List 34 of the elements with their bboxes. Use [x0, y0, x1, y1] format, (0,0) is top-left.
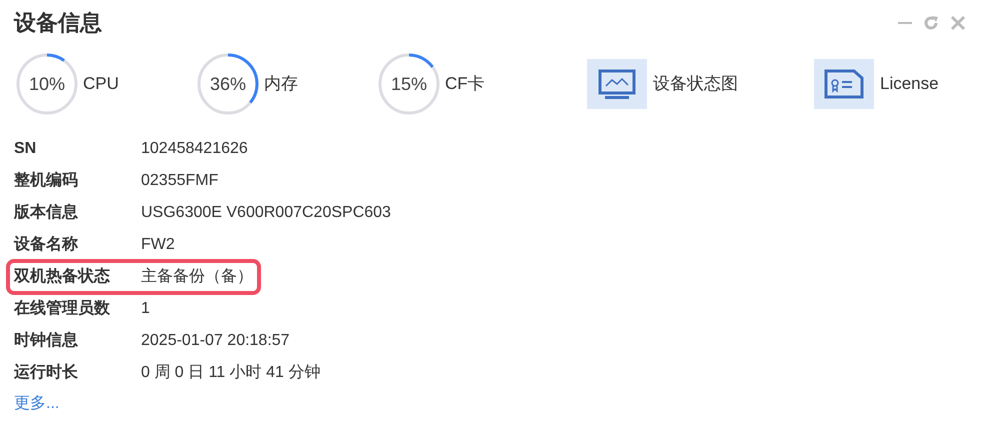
usage-ring [14, 51, 80, 117]
monitor-icon[interactable] [587, 59, 647, 109]
usage-ring [195, 51, 261, 117]
minimize-icon[interactable] [898, 21, 912, 25]
close-icon[interactable] [950, 15, 966, 31]
refresh-icon[interactable] [922, 14, 940, 32]
field-label: 版本信息 [14, 202, 79, 223]
usage-percent: 36% [210, 74, 246, 94]
field-value: 1 [141, 299, 150, 319]
usage-ring [376, 51, 442, 117]
usage-percent: 10% [28, 74, 66, 94]
field-label: SN [14, 139, 38, 159]
field-label: 时钟信息 [14, 330, 79, 351]
field-value: 2025-01-07 20:18:57 [141, 331, 290, 351]
field-value: 0 周 0 日 11 小时 41 分钟 [141, 362, 320, 383]
field-label: 整机编码 [14, 170, 79, 191]
field-label: 双机热备状态 [14, 266, 111, 287]
panel-title: 设备信息 [14, 9, 102, 37]
shortcut-label[interactable]: License [880, 71, 939, 97]
certificate-icon[interactable] [814, 59, 874, 109]
gauge-label: 内存 [264, 73, 298, 96]
more-link[interactable]: 更多... [14, 392, 970, 416]
field-label: 在线管理员数 [14, 298, 111, 319]
gauge-label: CPU [83, 73, 119, 96]
field-value: 02355FMF [141, 171, 218, 191]
gauge-label: CF卡 [445, 73, 485, 96]
field-value: 主备备份（备） [141, 266, 253, 287]
field-value: USG6300E V600R007C20SPC603 [141, 203, 391, 223]
shortcut-label[interactable]: 设备状态图 [653, 71, 738, 97]
field-value: FW2 [141, 235, 175, 255]
usage-percent: 15% [390, 74, 428, 94]
field-label: 运行时长 [14, 362, 79, 383]
field-label: 设备名称 [14, 234, 79, 255]
field-value: 102458421626 [141, 139, 248, 159]
